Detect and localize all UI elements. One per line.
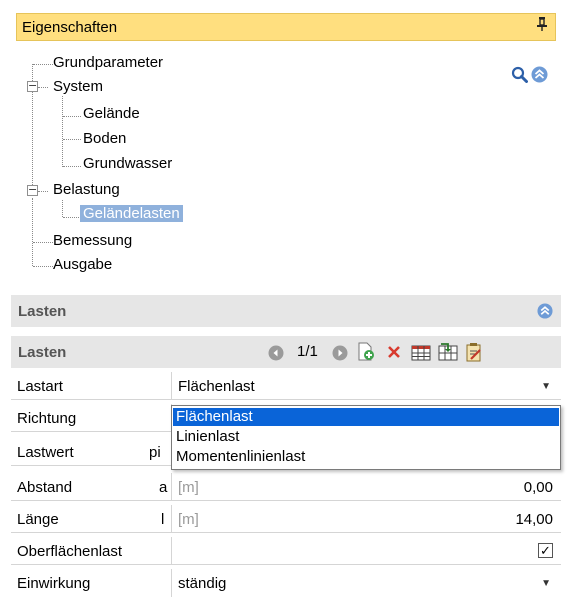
dropdown-arrow-icon[interactable]: ▼ [541,578,551,589]
unit-label: [m] [178,511,199,528]
tree-connector [32,198,33,266]
tree-item-gelaende[interactable]: Gelände [83,105,140,122]
lasten-toolbar: Lasten 1/1 [11,336,561,368]
dropdown-option[interactable]: Linienlast [173,428,559,446]
row-label: Länge [17,511,59,528]
tree-connector [62,96,63,167]
row-einwirkung[interactable]: Einwirkung ständig ▼ [11,569,561,597]
einwirkung-value[interactable]: ständig [178,575,226,592]
unit-label: [m] [178,479,199,496]
collapse-all-icon[interactable] [531,66,548,87]
row-label: Richtung [17,410,77,427]
row-oberflaechenlast[interactable]: Oberflächenlast ✓ [11,537,561,565]
tree-connector [33,242,53,243]
divider [171,372,172,400]
row-symbol: a [159,479,168,496]
tree-expander-system[interactable]: − [27,80,38,92]
page-indicator: 1/1 [297,343,318,360]
tree-connector [38,87,48,88]
row-label: Oberflächenlast [17,543,123,560]
tree-item-gelaendelasten[interactable]: Geländelasten [80,205,183,222]
section-header-lasten[interactable]: Lasten [11,295,561,327]
row-label: Abstand [17,479,73,496]
tree-item-grundwasser[interactable]: Grundwasser [83,155,172,172]
tree-item-ausgabe[interactable]: Ausgabe [53,256,112,273]
divider [171,473,172,501]
search-icon[interactable] [511,66,528,87]
lastart-dropdown-list[interactable]: Flächenlast Linienlast Momentenlinienlas… [171,405,561,470]
tree-connector [62,200,63,217]
oberflaechenlast-checkbox[interactable]: ✓ [538,543,553,558]
tree-connector [63,116,81,117]
tree-item-boden[interactable]: Boden [83,130,126,147]
toolbar-title: Lasten [18,344,67,361]
tree-connector [33,266,53,267]
row-symbol: l [161,511,165,528]
add-load-icon[interactable] [356,342,376,366]
laenge-value[interactable]: 14,00 [515,511,553,528]
tree-item-bemessung[interactable]: Bemessung [53,232,132,249]
tree-connector [38,191,48,192]
row-label: Lastwert [17,444,74,461]
import-table-icon[interactable] [438,343,458,365]
tree-item-belastung[interactable]: Belastung [53,181,120,198]
panel-title: Eigenschaften [22,19,118,36]
row-symbol: pi [149,444,161,461]
row-laenge[interactable]: Länge l [m] 14,00 [11,505,561,533]
edit-icon[interactable] [465,342,483,366]
pin-icon[interactable] [537,17,547,35]
tree-item-system[interactable]: System [53,78,103,95]
dropdown-arrow-icon[interactable]: ▼ [541,381,551,392]
dropdown-option[interactable]: Flächenlast [173,408,559,426]
properties-title-bar: Eigenschaften [16,13,556,41]
next-icon[interactable] [332,345,348,365]
divider [171,569,172,597]
row-label: Einwirkung [17,575,91,592]
row-abstand[interactable]: Abstand a [m] 0,00 [11,473,561,501]
tree-connector [63,166,81,167]
tree-connector [63,139,81,140]
divider [171,537,172,565]
tree-expander-belastung[interactable]: − [27,184,38,196]
tree-connector [63,217,79,218]
divider [171,505,172,533]
previous-icon[interactable] [268,345,284,365]
table-icon[interactable] [411,343,431,365]
lastart-value[interactable]: Flächenlast [178,378,255,395]
tree-item-grundparameter[interactable]: Grundparameter [53,54,163,71]
row-lastart[interactable]: Lastart Flächenlast ▼ [11,372,561,400]
tree-connector [33,64,53,65]
abstand-value[interactable]: 0,00 [524,479,553,496]
row-label: Lastart [17,378,63,395]
delete-icon[interactable] [386,344,402,364]
dropdown-option[interactable]: Momentenlinienlast [173,448,559,466]
collapse-section-icon[interactable] [537,303,553,323]
section-title: Lasten [18,303,67,320]
